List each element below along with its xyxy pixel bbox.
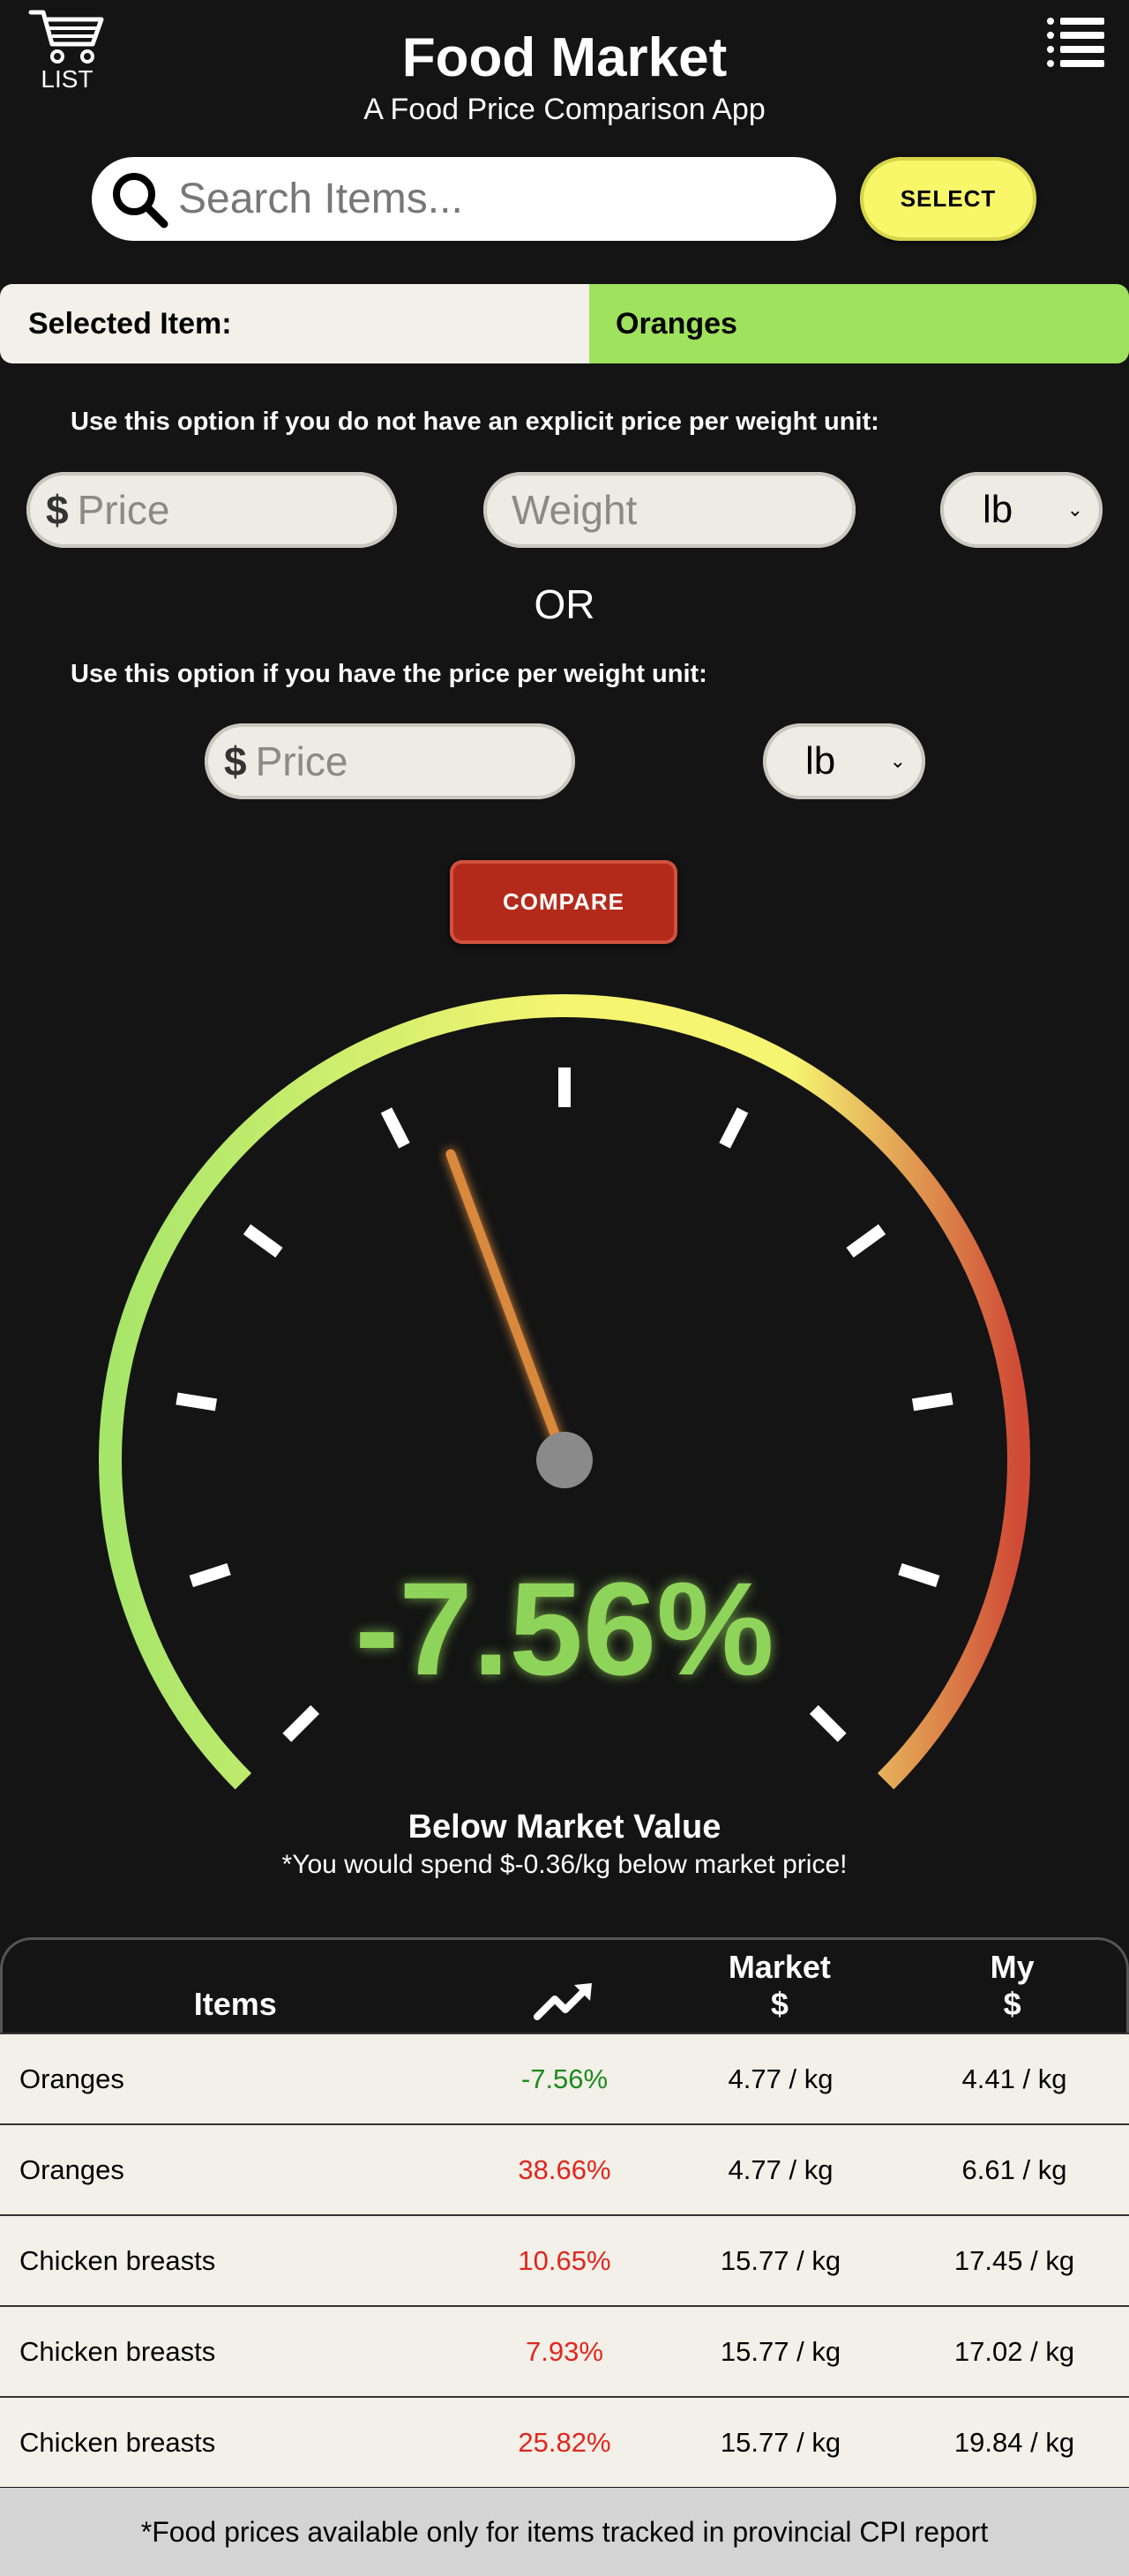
header-my-currency: $	[1003, 1985, 1021, 2022]
row-change: 38.66%	[518, 2153, 611, 2185]
row-market-price: 15.77 / kg	[720, 2426, 841, 2458]
table-row[interactable]: Chicken breasts 25.82% 15.77 / kg 19.84 / k…	[0, 2396, 1129, 2487]
option1-weight-input[interactable]	[510, 485, 778, 535]
gauge-tick	[846, 1224, 886, 1258]
table-row[interactable]: Chicken breasts 10.65% 15.77 / kg 17.45 / k…	[0, 2214, 1129, 2305]
header-market: Market $	[661, 1940, 898, 2033]
row-item: Chicken breasts	[19, 2244, 216, 2276]
compare-button[interactable]: COMPARE	[450, 860, 677, 944]
gauge-needle	[445, 1149, 570, 1465]
footer-note: *Food prices available only for items tr…	[0, 2488, 1129, 2576]
option1-unit-select[interactable]: lb ⌄	[940, 472, 1103, 548]
table-row[interactable]: Oranges 38.66% 4.77 / kg 6.61 / kg	[0, 2123, 1129, 2214]
row-change: 10.65%	[518, 2244, 611, 2276]
gauge-percent: -7.56%	[355, 1554, 774, 1703]
savings-note: *You would spend $-0.36/kg below market …	[281, 1850, 848, 1879]
gauge-tick	[243, 1224, 283, 1258]
dollar-icon: $	[46, 487, 69, 533]
row-change: -7.56%	[520, 2063, 609, 2094]
chevron-down-icon: ⌄	[1066, 498, 1083, 520]
search-input[interactable]	[176, 174, 815, 224]
select-button[interactable]: SELECT	[860, 157, 1036, 241]
option1-hint: Use this option if you do not have an ex…	[71, 408, 879, 436]
header-items: Items	[193, 1985, 277, 2022]
option2-unit-select[interactable]: lb ⌄	[763, 723, 925, 799]
gauge-tick	[911, 1392, 953, 1412]
row-my-price: 19.84 / kg	[953, 2426, 1075, 2458]
app-subtitle: A Food Price Comparison App	[363, 93, 766, 126]
row-change: 7.93%	[526, 2335, 603, 2367]
option1-weight-field	[483, 472, 856, 548]
selected-item-bar: Selected Item: Oranges	[0, 284, 1129, 363]
gauge-tick	[719, 1107, 749, 1149]
app-title: Food Market	[401, 27, 728, 88]
row-my-price: 17.45 / kg	[953, 2244, 1075, 2276]
gauge-tick	[282, 1704, 320, 1742]
row-change: 25.82%	[518, 2426, 611, 2458]
market-status: Below Market Value	[407, 1808, 722, 1846]
chevron-down-icon: ⌄	[889, 750, 906, 772]
row-market-price: 15.77 / kg	[720, 2335, 841, 2367]
price-gauge	[99, 994, 1030, 1790]
selected-item-label: Selected Item:	[0, 284, 589, 363]
row-item: Oranges	[19, 2063, 124, 2094]
or-divider: OR	[534, 581, 595, 627]
table-row[interactable]: Oranges -7.56% 4.77 / kg 4.41 / kg	[0, 2033, 1129, 2123]
gauge-tick	[809, 1704, 847, 1742]
row-market-price: 4.77 / kg	[728, 2153, 834, 2185]
row-item: Oranges	[19, 2153, 124, 2185]
row-my-price: 17.02 / kg	[953, 2335, 1075, 2367]
option1-price-field: $	[26, 472, 397, 548]
header-my-label: My	[990, 1949, 1035, 1986]
option1-unit-value: lb	[983, 488, 1013, 531]
gauge-hub	[536, 1432, 593, 1488]
option2-price-input[interactable]	[253, 737, 522, 786]
header-trend	[468, 1940, 662, 2033]
header-market-currency: $	[770, 1985, 789, 2022]
row-my-price: 6.61 / kg	[961, 2153, 1067, 2185]
table-row[interactable]: Chicken breasts 7.93% 15.77 / kg 17.02 / kg	[0, 2305, 1129, 2396]
gauge-tick	[176, 1392, 218, 1412]
row-item: Chicken breasts	[19, 2426, 216, 2458]
row-item: Chicken breasts	[19, 2335, 216, 2367]
header-market-label: Market	[728, 1949, 831, 1986]
option1-price-input[interactable]	[75, 485, 344, 535]
row-market-price: 15.77 / kg	[720, 2244, 841, 2276]
table-header: Items Market $ My $	[0, 1937, 1129, 2033]
row-market-price: 4.77 / kg	[728, 2063, 834, 2094]
dollar-icon: $	[224, 738, 247, 784]
trend-up-icon	[534, 1983, 592, 2020]
header-my: My $	[898, 1940, 1126, 2033]
search-icon	[113, 172, 168, 228]
search-bar	[92, 157, 836, 241]
option2-hint: Use this option if you have the price pe…	[71, 660, 707, 688]
option2-price-field: $	[205, 723, 575, 799]
gauge-tick	[380, 1107, 410, 1149]
row-my-price: 4.41 / kg	[961, 2063, 1067, 2094]
selected-item-value: Oranges	[589, 284, 1129, 363]
option2-unit-value: lb	[805, 739, 836, 783]
comparison-table: Items Market $ My $ Oranges -7.56% 4.77 / kg…	[0, 1937, 1129, 2487]
